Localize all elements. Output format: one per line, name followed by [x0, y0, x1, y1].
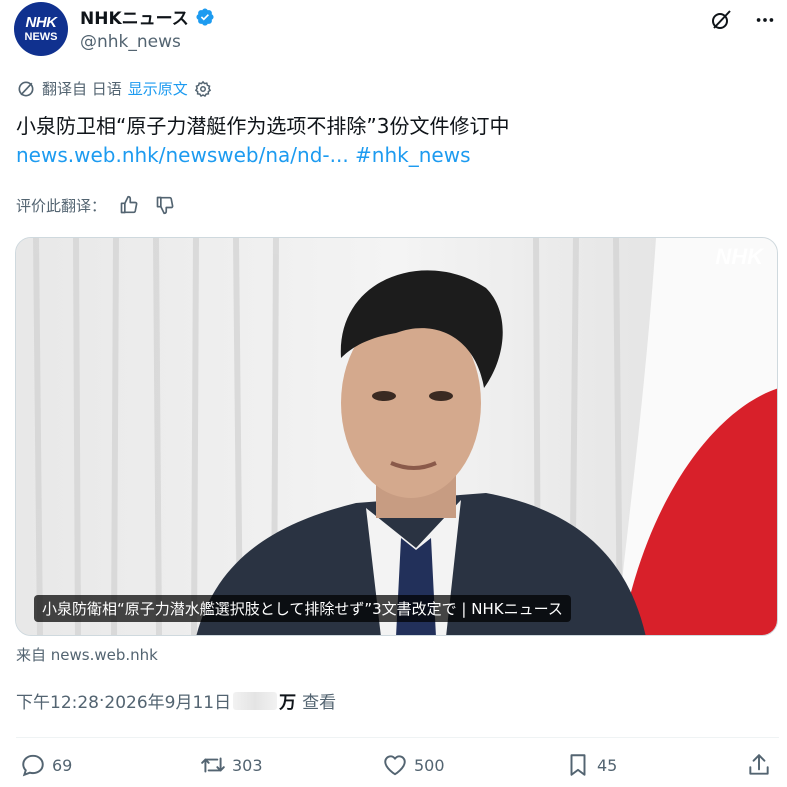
post-text: 小泉防卫相“原子力潜艇作为选项不排除”3份文件修订中 — [16, 114, 510, 138]
post-meta: 下午12:28 · 2026年9月11日 万 查看 — [16, 688, 337, 714]
bookmark-button[interactable]: 45 — [565, 752, 617, 778]
verified-badge-icon — [196, 7, 214, 26]
repost-icon — [201, 757, 225, 773]
thumbs-down-icon[interactable] — [152, 192, 178, 218]
translated-from-label: 翻译自 日语 — [42, 80, 122, 98]
bookmark-icon — [570, 754, 586, 776]
post-header: NHK NEWS NHKニュース @nhk_news — [14, 2, 779, 58]
reply-icon — [22, 754, 44, 777]
view-count-unit: 万 — [279, 693, 297, 713]
views-label: 查看 — [302, 693, 337, 713]
avatar[interactable]: NHK NEWS — [14, 2, 68, 56]
account-handle[interactable]: @nhk_news — [80, 32, 181, 52]
repost-button[interactable]: 303 — [200, 752, 263, 778]
media-card[interactable]: NHK 小泉防衛相“原子力潜水艦選択肢として排除せず”3文書改定で | NHKニ… — [15, 237, 778, 636]
view-count-redacted — [233, 691, 278, 710]
hashtag-link[interactable]: #nhk_news — [355, 143, 470, 167]
translate-icon — [18, 81, 34, 96]
avatar-text-nhk: NHK — [25, 13, 58, 31]
translation-row: 翻译自 日语 显示原文 — [16, 78, 212, 99]
display-name[interactable]: NHKニュース — [80, 4, 189, 29]
thumbs-up-icon[interactable] — [116, 192, 142, 218]
reply-button[interactable]: 69 — [20, 752, 72, 778]
like-count: 500 — [414, 755, 445, 775]
repost-count: 303 — [232, 755, 263, 775]
post-links: news.web.nhk/newsweb/na/nd-... #nhk_news — [16, 143, 471, 167]
show-original-link[interactable]: 显示原文 — [128, 78, 188, 99]
media-caption: 小泉防衛相“原子力潜水艦選択肢として排除せず”3文書改定で | NHKニュース — [34, 595, 571, 622]
action-bar: 69 303 500 45 — [20, 752, 780, 784]
grok-icon[interactable] — [707, 6, 735, 34]
settings-gear-icon[interactable] — [194, 80, 212, 98]
rate-translation-row: 评价此翻译： — [16, 192, 178, 218]
news-photo — [16, 238, 777, 635]
name-row: NHKニュース — [80, 4, 215, 29]
reply-count: 69 — [52, 755, 73, 775]
broadcaster-watermark: NHK — [715, 244, 763, 269]
post-time[interactable]: 下午12:28 — [16, 688, 99, 713]
header-actions — [707, 6, 779, 34]
post-date[interactable]: 2026年9月11日 — [104, 688, 231, 713]
bookmark-count: 45 — [597, 755, 618, 775]
share-button[interactable] — [746, 752, 772, 778]
post-url-link[interactable]: news.web.nhk/newsweb/na/nd-... — [16, 143, 349, 167]
like-button[interactable]: 500 — [382, 752, 445, 778]
avatar-text-news: NEWS — [24, 30, 58, 43]
divider — [16, 737, 779, 738]
share-icon — [749, 754, 769, 775]
rate-translation-label: 评价此翻译： — [16, 196, 107, 215]
heart-icon — [384, 755, 406, 776]
link-source[interactable]: 来自 news.web.nhk — [16, 644, 158, 665]
more-icon[interactable] — [751, 6, 779, 34]
